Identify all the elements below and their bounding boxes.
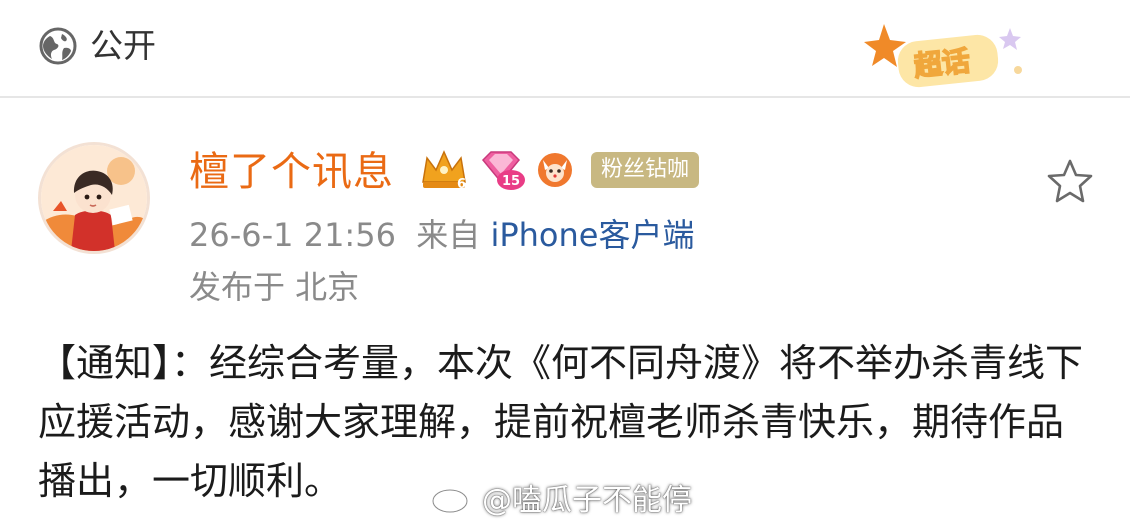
fox-badge-icon[interactable]	[535, 150, 575, 190]
globe-icon	[39, 27, 77, 65]
crown-icon[interactable]: 6	[419, 148, 469, 192]
visibility-setting[interactable]: 公开	[38, 26, 156, 66]
user-badges: 6 15 粉丝钻咖	[419, 148, 700, 192]
post-meta: 26-6-1 21:56 来自 iPhone客户端	[189, 212, 694, 258]
supertopic-label: 超话	[912, 44, 971, 83]
visibility-label: 公开	[90, 26, 156, 65]
watermark-text: @嗑瓜子不能停	[482, 483, 692, 518]
watermark: @嗑瓜子不能停	[430, 475, 692, 519]
vip-level: 15	[502, 174, 520, 189]
timestamp: 26-6-1 21:56	[189, 216, 396, 254]
weibo-post: 檀了个讯息 6 15 粉丝钻咖 26-6-1 21:56 来自 iPhone客户…	[0, 100, 1130, 521]
source-prefix: 来自	[416, 216, 481, 254]
supertopic-button[interactable]: 超话	[862, 18, 1032, 98]
avatar[interactable]	[38, 142, 150, 254]
weibo-logo-icon	[431, 481, 472, 514]
vip-diamond-icon[interactable]: 15	[477, 148, 527, 192]
post-location: 发布于 北京	[189, 268, 360, 306]
fan-badge[interactable]: 粉丝钻咖	[591, 152, 700, 188]
username[interactable]: 檀了个讯息	[189, 144, 394, 200]
source-app-link[interactable]: iPhone客户端	[490, 216, 694, 254]
star-outline-icon[interactable]	[1044, 156, 1096, 208]
top-bar: 公开 超话	[0, 0, 1130, 98]
crown-level: 6	[457, 177, 466, 192]
